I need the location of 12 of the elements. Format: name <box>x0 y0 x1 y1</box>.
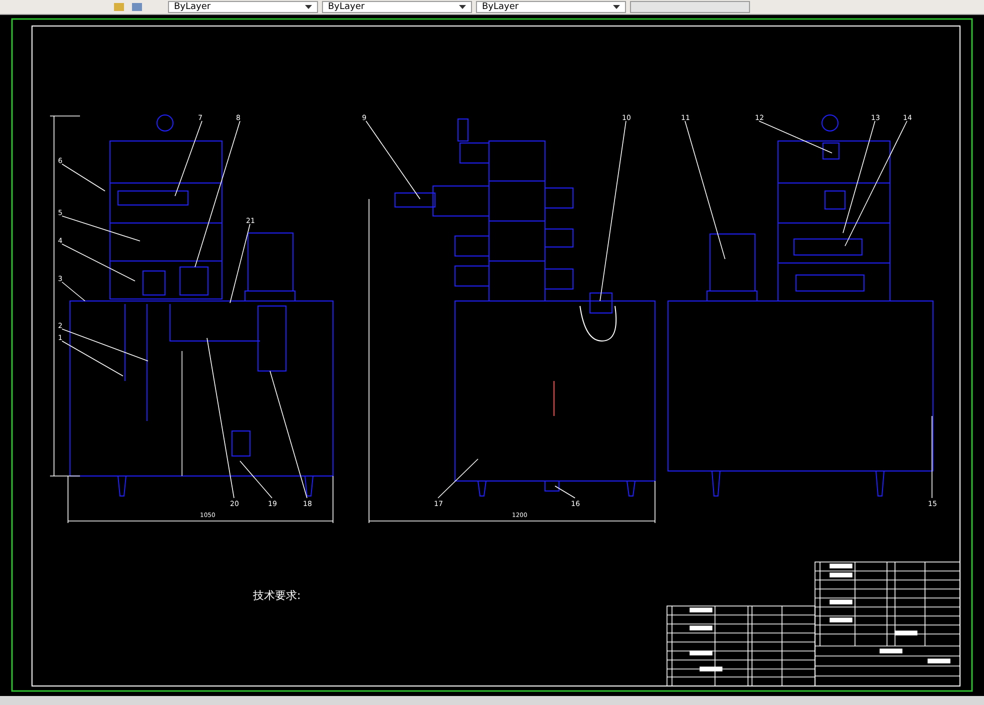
notes-heading: 技术要求: <box>253 589 301 602</box>
leader-line <box>62 340 124 376</box>
color-dropdown[interactable] <box>630 1 750 13</box>
linetype-dropdown[interactable]: ByLayer <box>476 1 626 13</box>
leader-line <box>554 486 576 498</box>
leader-line <box>438 458 478 498</box>
caret-icon <box>459 5 466 9</box>
caret-icon <box>613 5 620 9</box>
linetype-dropdown[interactable]: ByLayer <box>322 1 472 13</box>
linetype-dropdown[interactable]: ByLayer <box>168 1 318 13</box>
caret-icon <box>305 5 312 9</box>
leader-line <box>62 164 106 192</box>
